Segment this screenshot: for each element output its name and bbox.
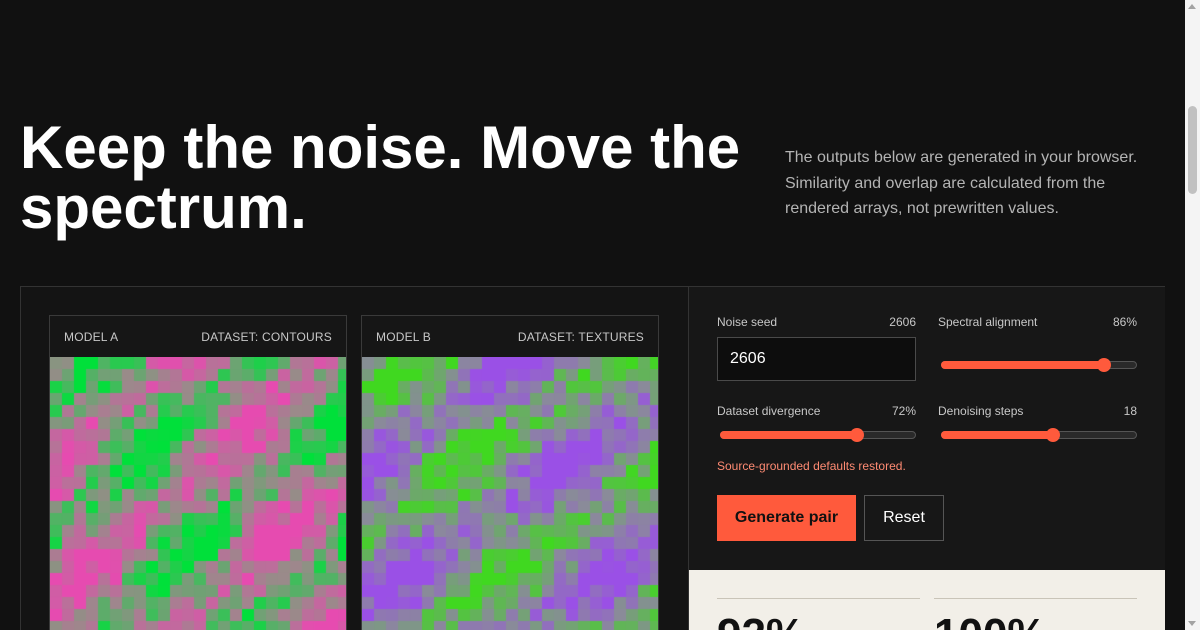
- noise-canvas-model-b: [362, 357, 658, 630]
- dataset-divergence-slider[interactable]: [718, 427, 916, 443]
- page: Keep the noise. Move the spectrum. The o…: [0, 0, 1200, 630]
- noise-image: [362, 357, 658, 630]
- generator-panel: MODEL A DATASET: CONTOURS MODEL B DATASE…: [20, 286, 1165, 630]
- metric-value: 100%: [934, 613, 1047, 630]
- scroll-down-arrow-icon[interactable]: [1188, 621, 1196, 626]
- spectral-alignment-label: Spectral alignment: [938, 315, 1038, 329]
- slider-fill: [941, 431, 1055, 439]
- denoising-steps-slider[interactable]: [939, 427, 1137, 443]
- slider-thumb[interactable]: [850, 428, 865, 442]
- noise-seed-label: Noise seed: [717, 315, 778, 329]
- page-scrollbar[interactable]: [1185, 0, 1200, 630]
- output-card-model-a: MODEL A DATASET: CONTOURS: [49, 315, 347, 630]
- model-label: MODEL A: [64, 329, 119, 344]
- noise-canvas-model-a: [50, 357, 346, 630]
- dataset-divergence-label: Dataset divergence: [717, 404, 821, 418]
- hero-title: Keep the noise. Move the spectrum.: [20, 114, 741, 241]
- noise-image: [50, 357, 346, 630]
- controls-panel: Noise seed 2606 Spectral alignment 86% D…: [689, 287, 1165, 570]
- dataset-label: DATASET: CONTOURS: [201, 329, 332, 344]
- model-label: MODEL B: [376, 329, 431, 344]
- generate-pair-button[interactable]: Generate pair: [717, 495, 856, 541]
- denoising-steps-label: Denoising steps: [938, 404, 1024, 418]
- output-card-header: MODEL A DATASET: CONTOURS: [50, 316, 346, 357]
- hero-description: The outputs below are generated in your …: [785, 149, 1138, 217]
- metric-overlap: 100%: [934, 598, 1137, 630]
- slider-fill: [720, 431, 860, 439]
- dataset-divergence-value: 72%: [891, 404, 916, 418]
- metric-similarity: 92%: [717, 598, 920, 630]
- dataset-label: DATASET: TEXTURES: [517, 329, 644, 344]
- scrollbar-thumb[interactable]: [1188, 106, 1197, 194]
- slider-thumb[interactable]: [1097, 358, 1112, 372]
- spectral-alignment-slider[interactable]: [939, 357, 1137, 373]
- metrics-panel: 92% 100%: [689, 570, 1165, 630]
- slider-fill: [941, 361, 1107, 369]
- output-card-header: MODEL B DATASET: TEXTURES: [362, 316, 658, 357]
- slider-thumb[interactable]: [1045, 428, 1060, 442]
- noise-seed-input[interactable]: [717, 337, 916, 381]
- scroll-up-arrow-icon[interactable]: [1188, 4, 1196, 9]
- denoising-steps-value: 18: [1123, 404, 1137, 418]
- reset-button[interactable]: Reset: [864, 495, 944, 541]
- spectral-alignment-value: 86%: [1112, 315, 1137, 329]
- status-message: Source-grounded defaults restored.: [717, 459, 906, 473]
- metric-value: 92%: [717, 613, 805, 630]
- output-card-model-b: MODEL B DATASET: TEXTURES: [361, 315, 659, 630]
- noise-seed-value: 2606: [889, 315, 916, 329]
